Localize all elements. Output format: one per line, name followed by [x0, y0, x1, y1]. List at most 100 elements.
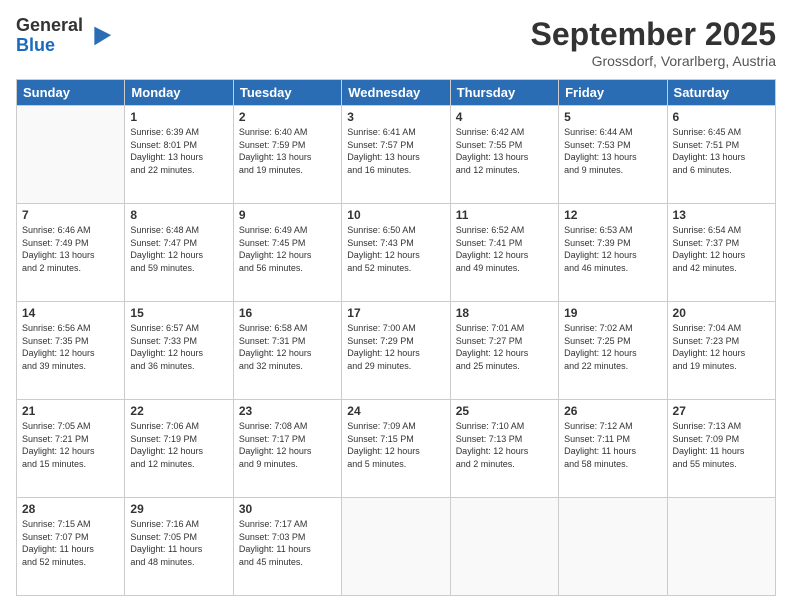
day-number: 13 — [673, 208, 770, 222]
day-detail: Sunrise: 6:56 AM Sunset: 7:35 PM Dayligh… — [22, 322, 119, 372]
calendar-cell: 19 Sunrise: 7:02 AM Sunset: 7:25 PM Dayli… — [559, 302, 667, 400]
day-detail: Sunrise: 6:48 AM Sunset: 7:47 PM Dayligh… — [130, 224, 227, 274]
calendar-week-row: 28 Sunrise: 7:15 AM Sunset: 7:07 PM Dayli… — [17, 498, 776, 596]
day-number: 29 — [130, 502, 227, 516]
day-number: 27 — [673, 404, 770, 418]
calendar-cell: 23 Sunrise: 7:08 AM Sunset: 7:17 PM Dayli… — [233, 400, 341, 498]
calendar-cell: 24 Sunrise: 7:09 AM Sunset: 7:15 PM Dayli… — [342, 400, 450, 498]
calendar-cell: 27 Sunrise: 7:13 AM Sunset: 7:09 PM Dayli… — [667, 400, 775, 498]
day-number: 18 — [456, 306, 553, 320]
calendar-cell — [667, 498, 775, 596]
calendar-header-tuesday: Tuesday — [233, 80, 341, 106]
day-number: 12 — [564, 208, 661, 222]
day-detail: Sunrise: 6:42 AM Sunset: 7:55 PM Dayligh… — [456, 126, 553, 176]
calendar-cell: 30 Sunrise: 7:17 AM Sunset: 7:03 PM Dayli… — [233, 498, 341, 596]
calendar-cell: 18 Sunrise: 7:01 AM Sunset: 7:27 PM Dayli… — [450, 302, 558, 400]
calendar-cell: 7Sunrise: 6:46 AM Sunset: 7:49 PM Daylig… — [17, 204, 125, 302]
calendar-cell: 22 Sunrise: 7:06 AM Sunset: 7:19 PM Dayli… — [125, 400, 233, 498]
day-number: 11 — [456, 208, 553, 222]
day-number: 4 — [456, 110, 553, 124]
title-block: September 2025 Grossdorf, Vorarlberg, Au… — [531, 16, 776, 69]
day-number: 7 — [22, 208, 119, 222]
day-detail: Sunrise: 6:41 AM Sunset: 7:57 PM Dayligh… — [347, 126, 444, 176]
calendar-cell: 26 Sunrise: 7:12 AM Sunset: 7:11 PM Dayli… — [559, 400, 667, 498]
calendar-cell: 10 Sunrise: 6:50 AM Sunset: 7:43 PM Dayli… — [342, 204, 450, 302]
day-number: 6 — [673, 110, 770, 124]
day-detail: Sunrise: 7:17 AM Sunset: 7:03 PM Dayligh… — [239, 518, 336, 568]
day-detail: Sunrise: 6:40 AM Sunset: 7:59 PM Dayligh… — [239, 126, 336, 176]
calendar-cell: 17 Sunrise: 7:00 AM Sunset: 7:29 PM Dayli… — [342, 302, 450, 400]
calendar-cell: 11 Sunrise: 6:52 AM Sunset: 7:41 PM Dayli… — [450, 204, 558, 302]
calendar-cell — [559, 498, 667, 596]
day-detail: Sunrise: 6:58 AM Sunset: 7:31 PM Dayligh… — [239, 322, 336, 372]
calendar-header-friday: Friday — [559, 80, 667, 106]
logo-general-text: General — [16, 16, 83, 36]
day-detail: Sunrise: 7:12 AM Sunset: 7:11 PM Dayligh… — [564, 420, 661, 470]
calendar-week-row: 7Sunrise: 6:46 AM Sunset: 7:49 PM Daylig… — [17, 204, 776, 302]
page: General Blue September 2025 Grossdorf, V… — [0, 0, 792, 612]
calendar-header-sunday: Sunday — [17, 80, 125, 106]
calendar-cell: 3 Sunrise: 6:41 AM Sunset: 7:57 PM Daylig… — [342, 106, 450, 204]
day-detail: Sunrise: 7:13 AM Sunset: 7:09 PM Dayligh… — [673, 420, 770, 470]
calendar-cell: 29Sunrise: 7:16 AM Sunset: 7:05 PM Dayli… — [125, 498, 233, 596]
day-detail: Sunrise: 7:08 AM Sunset: 7:17 PM Dayligh… — [239, 420, 336, 470]
calendar-cell: 8 Sunrise: 6:48 AM Sunset: 7:47 PM Daylig… — [125, 204, 233, 302]
day-detail: Sunrise: 6:54 AM Sunset: 7:37 PM Dayligh… — [673, 224, 770, 274]
calendar-cell: 28 Sunrise: 7:15 AM Sunset: 7:07 PM Dayli… — [17, 498, 125, 596]
day-detail: Sunrise: 7:00 AM Sunset: 7:29 PM Dayligh… — [347, 322, 444, 372]
day-detail: Sunrise: 7:01 AM Sunset: 7:27 PM Dayligh… — [456, 322, 553, 372]
day-detail: Sunrise: 7:10 AM Sunset: 7:13 PM Dayligh… — [456, 420, 553, 470]
day-number: 20 — [673, 306, 770, 320]
calendar-week-row: 21 Sunrise: 7:05 AM Sunset: 7:21 PM Dayli… — [17, 400, 776, 498]
day-number: 19 — [564, 306, 661, 320]
day-number: 22 — [130, 404, 227, 418]
calendar-cell: 4 Sunrise: 6:42 AM Sunset: 7:55 PM Daylig… — [450, 106, 558, 204]
calendar-cell: 12Sunrise: 6:53 AM Sunset: 7:39 PM Dayli… — [559, 204, 667, 302]
day-detail: Sunrise: 6:57 AM Sunset: 7:33 PM Dayligh… — [130, 322, 227, 372]
day-number: 5 — [564, 110, 661, 124]
day-detail: Sunrise: 7:09 AM Sunset: 7:15 PM Dayligh… — [347, 420, 444, 470]
header: General Blue September 2025 Grossdorf, V… — [16, 16, 776, 69]
calendar-header-saturday: Saturday — [667, 80, 775, 106]
day-number: 24 — [347, 404, 444, 418]
logo: General Blue — [16, 16, 113, 56]
calendar-header-wednesday: Wednesday — [342, 80, 450, 106]
day-detail: Sunrise: 7:06 AM Sunset: 7:19 PM Dayligh… — [130, 420, 227, 470]
day-number: 17 — [347, 306, 444, 320]
calendar-cell: 2Sunrise: 6:40 AM Sunset: 7:59 PM Daylig… — [233, 106, 341, 204]
day-number: 10 — [347, 208, 444, 222]
day-number: 16 — [239, 306, 336, 320]
calendar-cell: 20Sunrise: 7:04 AM Sunset: 7:23 PM Dayli… — [667, 302, 775, 400]
calendar-header-monday: Monday — [125, 80, 233, 106]
calendar-cell: 6 Sunrise: 6:45 AM Sunset: 7:51 PM Daylig… — [667, 106, 775, 204]
day-detail: Sunrise: 7:05 AM Sunset: 7:21 PM Dayligh… — [22, 420, 119, 470]
day-number: 23 — [239, 404, 336, 418]
day-detail: Sunrise: 6:45 AM Sunset: 7:51 PM Dayligh… — [673, 126, 770, 176]
day-detail: Sunrise: 6:44 AM Sunset: 7:53 PM Dayligh… — [564, 126, 661, 176]
day-number: 21 — [22, 404, 119, 418]
day-number: 28 — [22, 502, 119, 516]
calendar-cell — [17, 106, 125, 204]
calendar-cell — [450, 498, 558, 596]
location: Grossdorf, Vorarlberg, Austria — [531, 53, 776, 69]
calendar-cell: 9 Sunrise: 6:49 AM Sunset: 7:45 PM Daylig… — [233, 204, 341, 302]
calendar-cell: 13 Sunrise: 6:54 AM Sunset: 7:37 PM Dayli… — [667, 204, 775, 302]
month-title: September 2025 — [531, 16, 776, 53]
day-number: 14 — [22, 306, 119, 320]
day-detail: Sunrise: 6:52 AM Sunset: 7:41 PM Dayligh… — [456, 224, 553, 274]
calendar-cell — [342, 498, 450, 596]
calendar-week-row: 14 Sunrise: 6:56 AM Sunset: 7:35 PM Dayli… — [17, 302, 776, 400]
day-number: 3 — [347, 110, 444, 124]
day-number: 30 — [239, 502, 336, 516]
calendar-cell: 25Sunrise: 7:10 AM Sunset: 7:13 PM Dayli… — [450, 400, 558, 498]
day-detail: Sunrise: 6:50 AM Sunset: 7:43 PM Dayligh… — [347, 224, 444, 274]
day-detail: Sunrise: 7:15 AM Sunset: 7:07 PM Dayligh… — [22, 518, 119, 568]
calendar-cell: 16 Sunrise: 6:58 AM Sunset: 7:31 PM Dayli… — [233, 302, 341, 400]
day-detail: Sunrise: 6:39 AM Sunset: 8:01 PM Dayligh… — [130, 126, 227, 176]
day-number: 26 — [564, 404, 661, 418]
day-number: 8 — [130, 208, 227, 222]
day-detail: Sunrise: 6:49 AM Sunset: 7:45 PM Dayligh… — [239, 224, 336, 274]
day-number: 9 — [239, 208, 336, 222]
day-detail: Sunrise: 7:02 AM Sunset: 7:25 PM Dayligh… — [564, 322, 661, 372]
calendar-week-row: 1Sunrise: 6:39 AM Sunset: 8:01 PM Daylig… — [17, 106, 776, 204]
